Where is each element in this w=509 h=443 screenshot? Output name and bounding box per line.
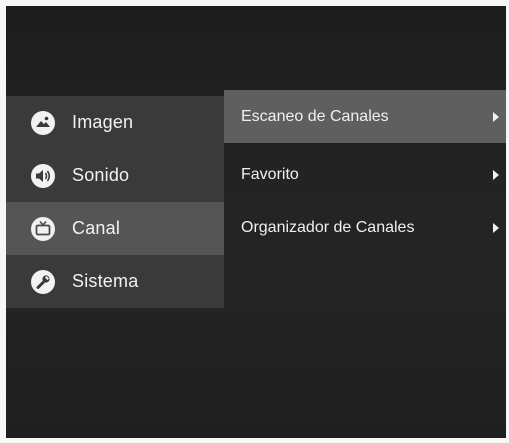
menu-item-label: Sistema xyxy=(72,271,139,291)
menu-item-sonido[interactable]: Sonido xyxy=(6,149,224,202)
tv-screen: Imagen Sonido Canal Sistema Escaneo de C… xyxy=(6,6,506,438)
menu-item-canal[interactable]: Canal xyxy=(6,202,224,255)
picture-icon xyxy=(28,108,58,138)
submenu-item-label: Escaneo de Canales xyxy=(241,107,389,125)
speaker-icon xyxy=(28,161,58,191)
submenu-item-favorito[interactable]: Favorito xyxy=(224,148,506,201)
menu-item-label: Canal xyxy=(72,218,121,238)
submenu-item-organizador-de-canales[interactable]: Organizador de Canales xyxy=(224,201,506,254)
menu-item-label: Imagen xyxy=(72,112,134,132)
menu-item-label: Sonido xyxy=(72,165,130,185)
submenu-item-label: Organizador de Canales xyxy=(241,218,415,236)
settings-category-menu: Imagen Sonido Canal Sistema xyxy=(6,96,224,308)
wrench-icon xyxy=(28,267,58,297)
submenu-item-escaneo-de-canales[interactable]: Escaneo de Canales xyxy=(224,90,506,143)
chevron-right-icon xyxy=(493,169,499,180)
chevron-right-icon xyxy=(493,111,499,122)
submenu-item-label: Favorito xyxy=(241,165,299,183)
menu-item-imagen[interactable]: Imagen xyxy=(6,96,224,149)
chevron-right-icon xyxy=(493,222,499,233)
tv-icon xyxy=(28,214,58,244)
channel-submenu: Escaneo de Canales Favorito Organizador … xyxy=(224,90,506,438)
menu-item-sistema[interactable]: Sistema xyxy=(6,255,224,308)
